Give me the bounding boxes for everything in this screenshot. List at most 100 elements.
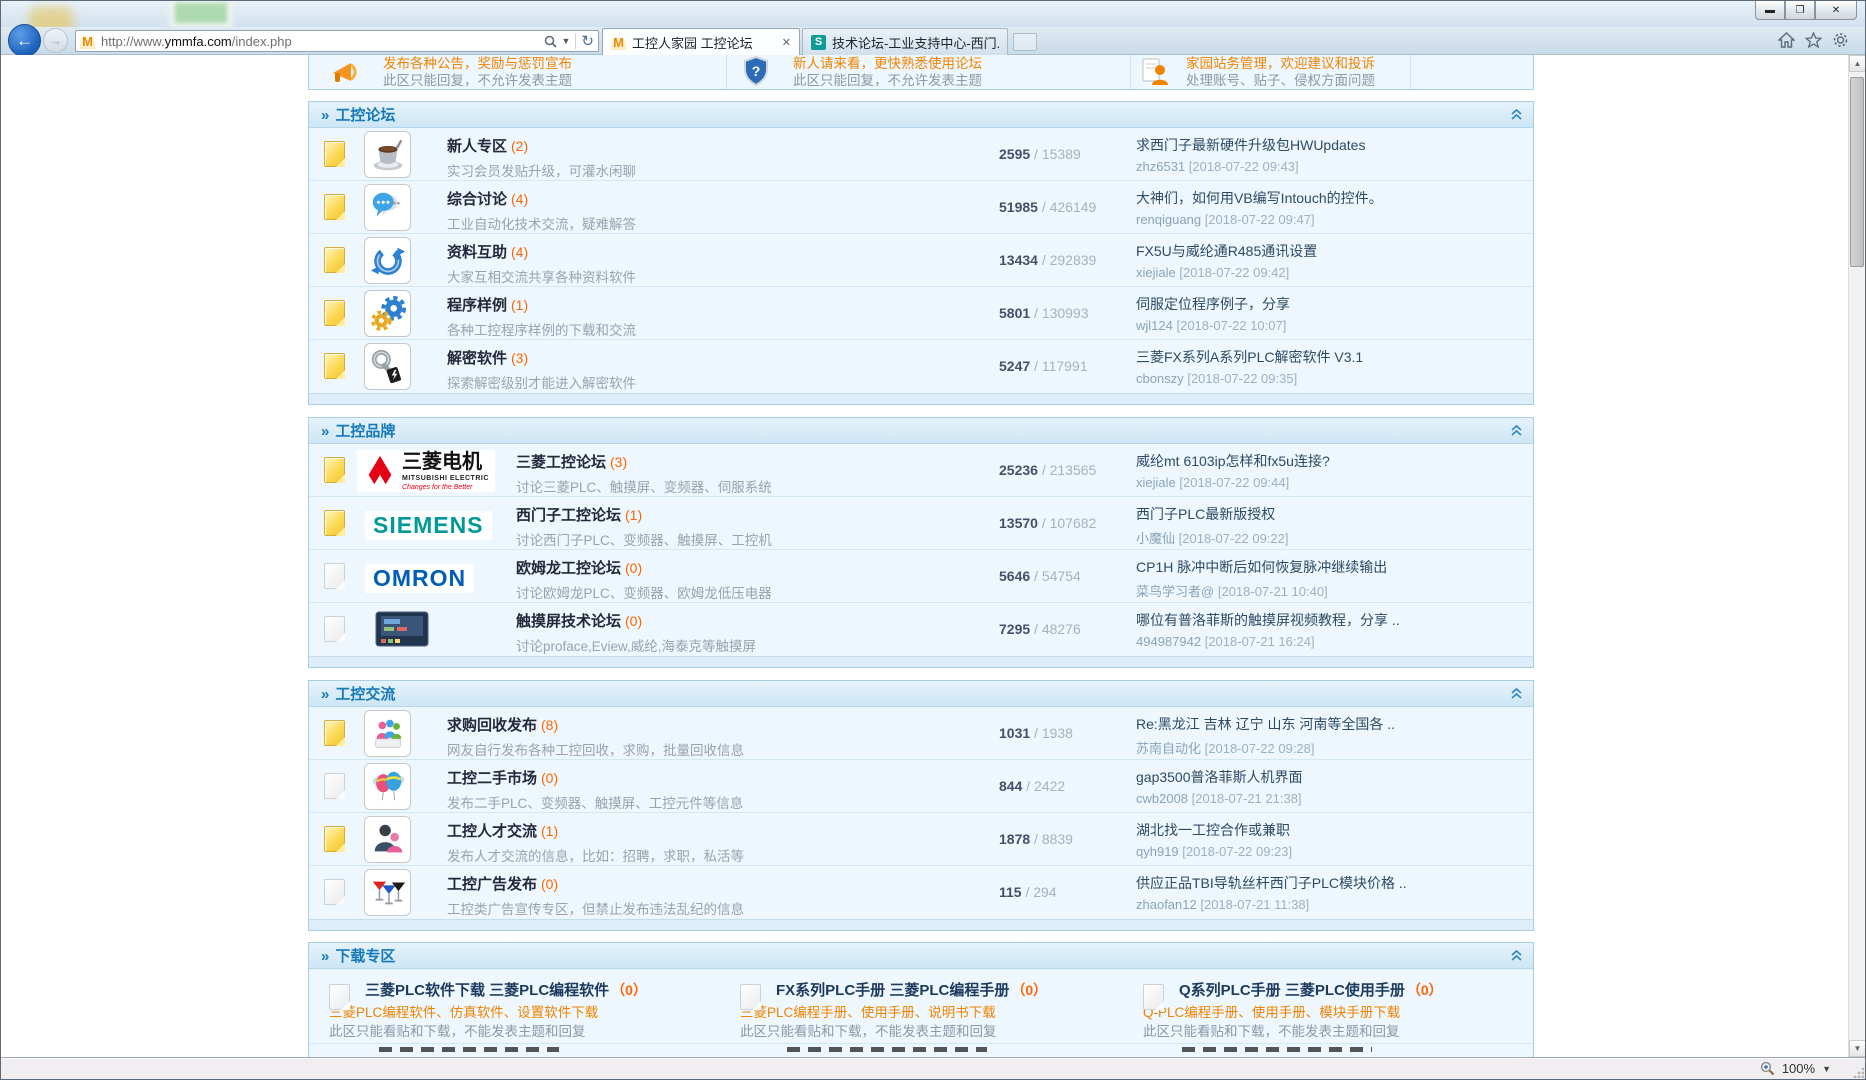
last-post-author[interactable]: zhz6531 (1136, 159, 1185, 174)
url-text[interactable]: http://www.ymmfa.com/index.php (101, 34, 544, 49)
last-post-author[interactable]: 菜鸟学习者@ (1136, 584, 1214, 599)
collapse-icon[interactable] (1510, 108, 1523, 126)
announcement-link[interactable]: 家园站务管理，欢迎建议和投诉 (1186, 55, 1375, 72)
last-post-link[interactable]: 求西门子最新硬件升级包HWUpdates (1136, 135, 1526, 155)
minimize-button[interactable]: ▬ (1755, 1, 1785, 20)
announcement-link[interactable]: 新人请来看，更快熟悉使用论坛 (793, 55, 982, 72)
announcement-link[interactable]: 发布各种公告，奖励与惩罚宣布 (383, 55, 572, 72)
last-post-time: [2018-07-22 09:28] (1205, 741, 1315, 756)
section-header[interactable]: »下载专区 (309, 943, 1533, 969)
tab-active[interactable]: M 工控人家园 工控论坛 ✕ (602, 28, 800, 55)
last-post-author[interactable]: renqiguang (1136, 212, 1201, 227)
last-post-link[interactable]: 三菱FX系列A系列PLC解密软件 V3.1 (1136, 347, 1526, 367)
scrollbar-thumb[interactable] (1850, 77, 1864, 267)
download-sub-link[interactable]: 三菱PLC编程手册、使用手册、说明书下载 (740, 1006, 1047, 1020)
last-post-link[interactable]: 威纶mt 6103ip怎样和fx5u连接? (1136, 451, 1526, 471)
forum-title-link[interactable]: 解密软件 (447, 350, 507, 367)
home-icon[interactable] (1778, 32, 1795, 48)
section-header[interactable]: »工控交流 (309, 681, 1533, 707)
last-post-link[interactable]: Re:黑龙江 吉林 辽宁 山东 河南等全国各 .. (1136, 714, 1526, 734)
forum-title-link[interactable]: 欧姆龙工控论坛 (516, 560, 621, 577)
last-post-author[interactable]: xiejiale (1136, 475, 1176, 490)
topic-reply-stats: 1878 / 8839 (999, 831, 1073, 847)
zoom-dropdown-icon[interactable]: ▼ (1822, 1064, 1831, 1074)
last-post-link[interactable]: FX5U与威纶通R485通讯设置 (1136, 241, 1526, 261)
last-post-author[interactable]: zhaofan12 (1136, 897, 1197, 912)
last-post-link[interactable]: CP1H 脉冲中断后如何恢复脉冲继续输出 (1136, 557, 1526, 577)
vertical-scrollbar[interactable]: ▲ ▼ (1848, 55, 1865, 1057)
folder-icon (1143, 984, 1164, 1010)
forward-button[interactable]: → (43, 28, 68, 53)
download-sub-link[interactable]: 三菱PLC编程软件、仿真软件、设置软件下载 (329, 1006, 647, 1020)
collapse-icon[interactable] (1510, 949, 1523, 967)
last-post-link[interactable]: 湖北找一工控合作或兼职 (1136, 820, 1526, 840)
settings-gear-icon[interactable] (1832, 32, 1849, 48)
search-icon[interactable] (544, 35, 557, 48)
new-tab-button[interactable] (1013, 33, 1037, 51)
new-post-count: (2) (511, 138, 528, 154)
last-post-author[interactable]: cbonszy (1136, 371, 1184, 386)
last-post-link[interactable]: 哪位有普洛菲斯的触摸屏视频教程，分享 .. (1136, 610, 1526, 630)
tab-bar: M 工控人家园 工控论坛 ✕ S 技术论坛-工业支持中心-西门... (602, 28, 1008, 55)
forum-title-link[interactable]: 三菱工控论坛 (516, 454, 606, 471)
last-post-link[interactable]: 供应正品TBI导轨丝杆西门子PLC模块价格 .. (1136, 873, 1526, 893)
folder-new-posts-icon (324, 510, 345, 536)
topic-reply-stats: 5801 / 130993 (999, 305, 1089, 321)
download-forum-link[interactable]: 三菱PLC软件下载 三菱PLC编程软件 (365, 982, 609, 999)
last-post-author[interactable]: cwb2008 (1136, 791, 1188, 806)
forum-title-link[interactable]: 触摸屏技术论坛 (516, 613, 621, 630)
favorites-star-icon[interactable] (1805, 32, 1822, 48)
download-forum-link[interactable]: Q系列PLC手册 三菱PLC使用手册 (1179, 982, 1405, 999)
new-post-count: (0) (541, 876, 558, 892)
touch-panel-logo (375, 611, 429, 654)
last-post-author[interactable]: qyh919 (1136, 844, 1179, 859)
forum-title-link[interactable]: 求购回收发布 (447, 717, 537, 734)
tab-inactive[interactable]: S 技术论坛-工业支持中心-西门... (802, 28, 1008, 55)
topic-reply-stats: 13434 / 292839 (999, 252, 1096, 268)
collapse-icon[interactable] (1510, 687, 1523, 705)
forum-description: 工控类广告宣传专区，但禁止发布违法乱纪的信息 (447, 898, 967, 918)
last-post-link[interactable]: gap3500普洛菲斯人机界面 (1136, 767, 1526, 787)
collapse-icon[interactable] (1510, 424, 1523, 442)
last-post-author[interactable]: 小魔仙 (1136, 531, 1175, 546)
forum-title-link[interactable]: 资料互助 (447, 244, 507, 261)
last-post-author[interactable]: 苏南自动化 (1136, 741, 1201, 756)
last-post-author[interactable]: xiejiale (1136, 265, 1176, 280)
tab-close-icon[interactable]: ✕ (782, 36, 791, 49)
last-post-link[interactable]: 伺服定位程序例子，分享 (1136, 294, 1526, 314)
forum-title-link[interactable]: 新人专区 (447, 138, 507, 155)
last-post: 西门子PLC最新版授权小魔仙 [2018-07-22 09:22] (1136, 504, 1526, 547)
section-box-exchange: »工控交流 求购回收发布(8)网友自行发布各种工控回收，求购，批量回收信息103… (308, 680, 1534, 931)
section-header[interactable]: »工控论坛 (309, 102, 1533, 128)
address-dropdown-icon[interactable]: ▼ (562, 36, 571, 46)
scroll-down-arrow[interactable]: ▼ (1849, 1040, 1866, 1057)
address-bar[interactable]: M http://www.ymmfa.com/index.php ▼ ↻ (75, 30, 599, 52)
last-post-time: [2018-07-22 09:43] (1189, 159, 1299, 174)
restore-button[interactable]: ❐ (1785, 1, 1815, 20)
forum-row: 解密软件(3)探索解密级别才能进入解密软件5247 / 117991三菱FX系列… (309, 340, 1533, 393)
tab-title: 技术论坛-工业支持中心-西门... (832, 33, 999, 52)
forum-title-link[interactable]: 程序样例 (447, 297, 507, 314)
close-button[interactable]: ✕ (1815, 1, 1857, 20)
last-post-link[interactable]: 大神们，如何用VB编写Intouch的控件。 (1136, 188, 1526, 208)
last-post-time: [2018-07-22 09:44] (1179, 475, 1289, 490)
forum-title-link[interactable]: 西门子工控论坛 (516, 507, 621, 524)
scroll-up-arrow[interactable]: ▲ (1849, 55, 1866, 72)
forum-title-link[interactable]: 工控人才交流 (447, 823, 537, 840)
forum-title-link[interactable]: 工控广告发布 (447, 876, 537, 893)
new-post-count: (4) (511, 191, 528, 207)
download-sub-link[interactable]: Q-PLC编程手册、使用手册、模块手册下载 (1143, 1006, 1443, 1020)
forum-title-link[interactable]: 工控二手市场 (447, 770, 537, 787)
resize-grip[interactable] (1852, 1066, 1864, 1078)
zoom-control[interactable]: 100% ▼ (1760, 1061, 1831, 1076)
download-forum-link[interactable]: FX系列PLC手册 三菱PLC编程手册 (776, 982, 1009, 999)
back-button[interactable]: ← (8, 24, 41, 57)
desktop-glass-artifact (29, 7, 73, 27)
last-post-author[interactable]: wjl124 (1136, 318, 1173, 333)
last-post-author[interactable]: 494987942 (1136, 634, 1201, 649)
admin-person-icon (1139, 55, 1171, 92)
forum-title-link[interactable]: 综合讨论 (447, 191, 507, 208)
refresh-icon[interactable]: ↻ (581, 32, 594, 50)
last-post-link[interactable]: 西门子PLC最新版授权 (1136, 504, 1526, 524)
section-header[interactable]: »工控品牌 (309, 418, 1533, 444)
